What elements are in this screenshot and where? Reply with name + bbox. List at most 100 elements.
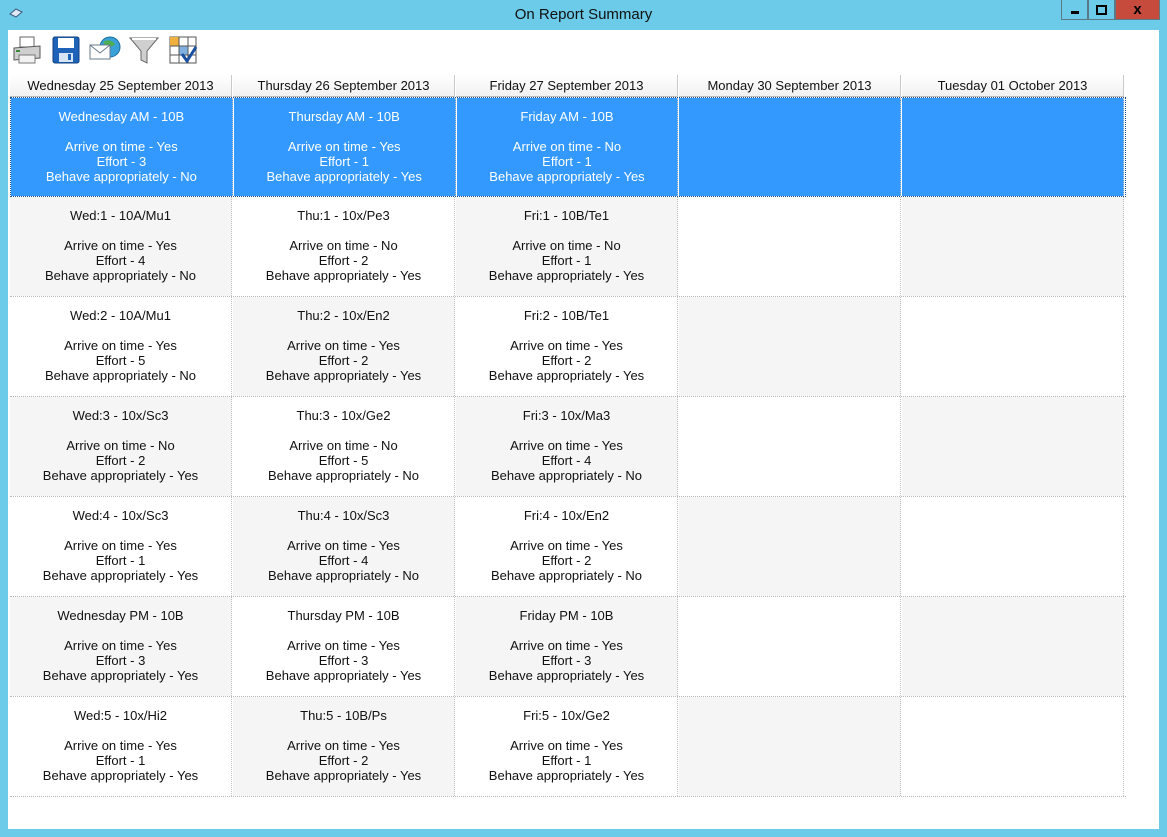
table-cell[interactable]: Wednesday AM - 10B Arrive on time - Yes Ef…: [11, 98, 233, 196]
minimize-icon: [1070, 10, 1079, 14]
column-header-monday[interactable]: Monday 30 September 2013: [679, 75, 901, 97]
table-cell[interactable]: Wed:1 - 10A/Mu1 Arrive on time - Yes Effor…: [10, 197, 232, 296]
save-icon: [52, 36, 80, 64]
behave-appropriately: Behave appropriately - Yes: [266, 169, 422, 184]
column-header-row: Wednesday 25 September 2013 Thursday 26 …: [10, 75, 1126, 97]
behave-appropriately: Behave appropriately - Yes: [42, 468, 199, 483]
column-header-tuesday[interactable]: Tuesday 01 October 2013: [902, 75, 1124, 97]
table-cell[interactable]: [902, 497, 1124, 596]
effort: Effort - 2: [318, 753, 369, 768]
table-cell[interactable]: Thu:4 - 10x/Sc3 Arrive on time - Yes Effor…: [233, 497, 455, 596]
arrive-on-time: Arrive on time - Yes: [510, 738, 623, 753]
table-row[interactable]: Wednesday PM - 10B Arrive on time - Yes Ef…: [10, 597, 1126, 697]
effort: Effort - 1: [95, 753, 146, 768]
table-cell[interactable]: [902, 597, 1124, 696]
period-title: Thu:5 - 10B/Ps: [300, 708, 387, 723]
period-title: Friday PM - 10B: [519, 608, 614, 623]
table-cell[interactable]: Wed:3 - 10x/Sc3 Arrive on time - No Effort…: [10, 397, 232, 496]
effort: Effort - 4: [318, 553, 369, 568]
table-cell[interactable]: Wed:2 - 10A/Mu1 Arrive on time - Yes Effor…: [10, 297, 232, 396]
table-cell[interactable]: [679, 597, 901, 696]
behave-appropriately: Behave appropriately - Yes: [42, 668, 199, 683]
period-title: Fri:5 - 10x/Ge2: [523, 708, 610, 723]
table-cell[interactable]: Wed:5 - 10x/Hi2 Arrive on time - Yes Effor…: [10, 697, 232, 796]
behave-appropriately: Behave appropriately - No: [490, 468, 643, 483]
table-cell[interactable]: [679, 197, 901, 296]
arrive-on-time: Arrive on time - Yes: [64, 338, 177, 353]
table-cell[interactable]: Thu:1 - 10x/Pe3 Arrive on time - No Effort…: [233, 197, 455, 296]
table-cell[interactable]: [902, 98, 1124, 196]
printer-icon: [13, 36, 41, 64]
table-row[interactable]: Wed:4 - 10x/Sc3 Arrive on time - Yes Effor…: [10, 497, 1126, 597]
table-row[interactable]: Wed:1 - 10A/Mu1 Arrive on time - Yes Effor…: [10, 197, 1126, 297]
table-row[interactable]: Wed:2 - 10A/Mu1 Arrive on time - Yes Effor…: [10, 297, 1126, 397]
table-cell[interactable]: [679, 297, 901, 396]
table-cell[interactable]: Wed:4 - 10x/Sc3 Arrive on time - Yes Effor…: [10, 497, 232, 596]
table-cell[interactable]: [902, 197, 1124, 296]
table-cell[interactable]: Fri:4 - 10x/En2 Arrive on time - Yes Effor…: [456, 497, 678, 596]
behave-appropriately: Behave appropriately - Yes: [265, 268, 422, 283]
arrive-on-time: Arrive on time - Yes: [64, 638, 177, 653]
table-cell[interactable]: Thursday AM - 10B Arrive on time - Yes Eff…: [233, 98, 456, 196]
table-cell[interactable]: Friday PM - 10B Arrive on time - Yes Effor…: [456, 597, 678, 696]
behave-appropriately: Behave appropriately - Yes: [265, 768, 422, 783]
arrive-on-time: Arrive on time - No: [512, 139, 622, 154]
effort: Effort - 5: [318, 453, 369, 468]
email-button[interactable]: [88, 32, 122, 68]
effort: Effort - 4: [95, 253, 146, 268]
table-cell[interactable]: [679, 497, 901, 596]
table-cell[interactable]: Fri:2 - 10B/Te1 Arrive on time - Yes Effor…: [456, 297, 678, 396]
window-title: On Report Summary: [514, 6, 653, 23]
summary-panel: Wednesday 25 September 2013 Thursday 26 …: [8, 70, 1159, 829]
table-cell[interactable]: [679, 98, 902, 196]
save-button[interactable]: [49, 32, 83, 68]
arrive-on-time: Arrive on time - Yes: [510, 438, 623, 453]
filter-button[interactable]: [127, 32, 161, 68]
table-cell[interactable]: Friday AM - 10B Arrive on time - No Effort…: [456, 98, 679, 196]
column-header-friday[interactable]: Friday 27 September 2013: [456, 75, 678, 97]
table-cell[interactable]: [902, 697, 1124, 796]
table-cell[interactable]: Fri:1 - 10B/Te1 Arrive on time - No Effort…: [456, 197, 678, 296]
summary-grid[interactable]: Wednesday 25 September 2013 Thursday 26 …: [10, 75, 1126, 797]
effort: Effort - 1: [541, 753, 592, 768]
effort: Effort - 2: [318, 253, 369, 268]
email-icon: [89, 36, 121, 60]
column-select-button[interactable]: [166, 32, 200, 68]
table-row[interactable]: Wed:5 - 10x/Hi2 Arrive on time - Yes Effor…: [10, 697, 1126, 797]
effort: Effort - 2: [541, 353, 592, 368]
behave-appropriately: Behave appropriately - No: [44, 268, 197, 283]
behave-appropriately: Behave appropriately - Yes: [42, 568, 199, 583]
behave-appropriately: Behave appropriately - No: [44, 368, 197, 383]
table-cell[interactable]: Thu:5 - 10B/Ps Arrive on time - Yes Effort…: [233, 697, 455, 796]
effort: Effort - 3: [96, 154, 147, 169]
table-cell[interactable]: Thu:2 - 10x/En2 Arrive on time - Yes Effor…: [233, 297, 455, 396]
table-cell[interactable]: [679, 397, 901, 496]
table-row[interactable]: Wed:3 - 10x/Sc3 Arrive on time - No Effort…: [10, 397, 1126, 497]
table-cell[interactable]: Thursday PM - 10B Arrive on time - Yes Eff…: [233, 597, 455, 696]
column-header-thursday[interactable]: Thursday 26 September 2013: [233, 75, 455, 97]
table-cell[interactable]: Wednesday PM - 10B Arrive on time - Yes Ef…: [10, 597, 232, 696]
print-button[interactable]: [10, 32, 44, 68]
table-cell[interactable]: [902, 297, 1124, 396]
minimize-button[interactable]: [1061, 0, 1088, 20]
effort: Effort - 1: [95, 553, 146, 568]
column-header-wednesday[interactable]: Wednesday 25 September 2013: [10, 75, 232, 97]
effort: Effort - 1: [319, 154, 369, 169]
table-cell[interactable]: Thu:3 - 10x/Ge2 Arrive on time - No Effort…: [233, 397, 455, 496]
behave-appropriately: Behave appropriately - Yes: [489, 169, 645, 184]
close-button[interactable]: x: [1115, 0, 1160, 20]
arrive-on-time: Arrive on time - Yes: [510, 638, 623, 653]
arrive-on-time: Arrive on time - Yes: [287, 638, 400, 653]
table-cell[interactable]: Fri:3 - 10x/Ma3 Arrive on time - Yes Effor…: [456, 397, 678, 496]
table-cell[interactable]: [679, 697, 901, 796]
period-title: Wed:3 - 10x/Sc3: [72, 408, 169, 423]
period-title: Wed:5 - 10x/Hi2: [74, 708, 167, 723]
behave-appropriately: Behave appropriately - No: [267, 468, 420, 483]
maximize-button[interactable]: [1088, 0, 1115, 20]
table-cell[interactable]: Fri:5 - 10x/Ge2 Arrive on time - Yes Effor…: [456, 697, 678, 796]
maximize-icon: [1096, 4, 1107, 15]
arrive-on-time: Arrive on time - Yes: [287, 538, 400, 553]
toolbar: [8, 30, 1159, 70]
table-cell[interactable]: [902, 397, 1124, 496]
table-row-selected[interactable]: Wednesday AM - 10B Arrive on time - Yes Ef…: [10, 97, 1126, 197]
